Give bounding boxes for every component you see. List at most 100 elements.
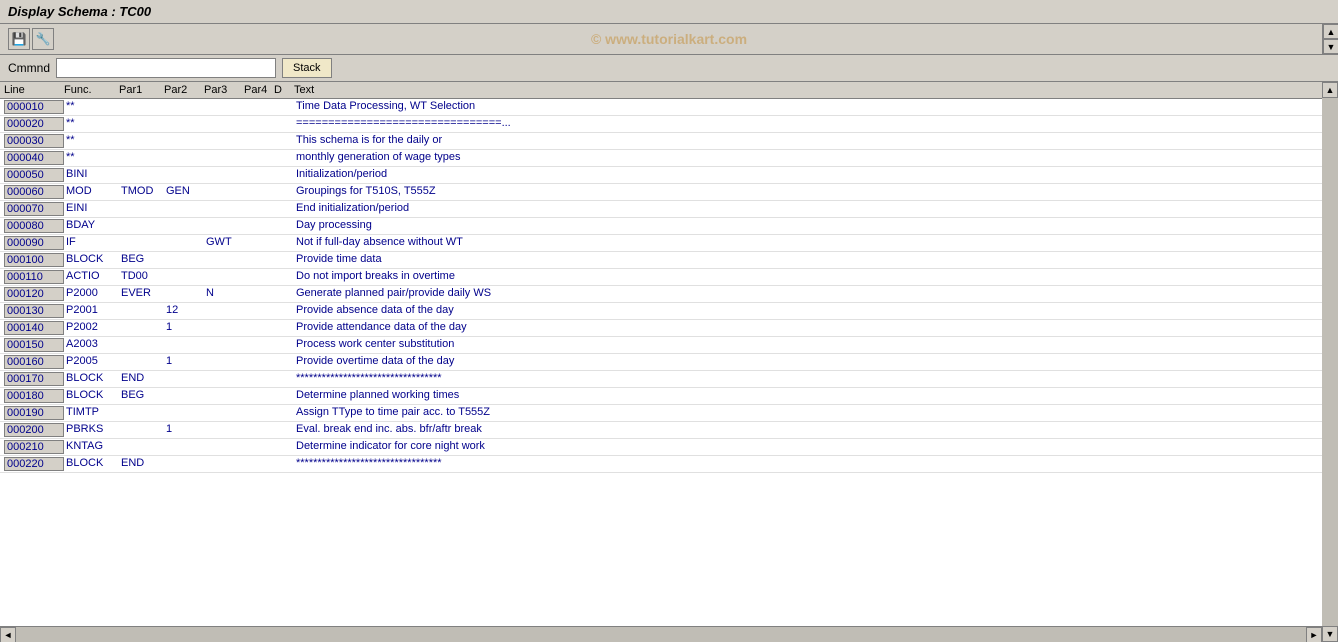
cell-par3 [206,270,246,284]
cell-func: EINI [66,202,121,216]
cell-func: P2000 [66,287,121,301]
cell-par2: 12 [166,304,206,318]
cell-par1 [121,304,166,318]
cell-par1 [121,440,166,454]
cell-par4 [246,236,276,250]
table-row[interactable]: 000060 MOD TMOD GEN Groupings for T510S,… [0,184,1338,201]
toolbar: 💾 🔧 © www.tutorialkart.com ▲ ▼ [0,24,1338,55]
cell-par2 [166,270,206,284]
command-input[interactable] [56,58,276,78]
cell-text: Day processing [296,219,1334,233]
cell-par3 [206,117,246,131]
cell-text: monthly generation of wage types [296,151,1334,165]
cell-par3 [206,304,246,318]
stack-button[interactable]: Stack [282,58,332,78]
cell-func: ** [66,134,121,148]
cell-func: KNTAG [66,440,121,454]
cell-par4 [246,134,276,148]
cell-d [276,270,296,284]
table-row[interactable]: 000080 BDAY Day processing [0,218,1338,235]
cell-line: 000030 [4,134,64,148]
scroll-up-btn[interactable]: ▲ [1323,24,1338,39]
cell-par3 [206,372,246,386]
cell-par3 [206,185,246,199]
table-row[interactable]: 000100 BLOCK BEG Provide time data [0,252,1338,269]
cell-d [276,338,296,352]
cell-line: 000160 [4,355,64,369]
cell-par3 [206,406,246,420]
properties-icon[interactable]: 🔧 [32,28,54,50]
cell-func: BLOCK [66,389,121,403]
cell-d [276,253,296,267]
table-row[interactable]: 000010 ** Time Data Processing, WT Selec… [0,99,1338,116]
table-row[interactable]: 000170 BLOCK END ***********************… [0,371,1338,388]
table-row[interactable]: 000180 BLOCK BEG Determine planned worki… [0,388,1338,405]
table-row[interactable]: 000030 ** This schema is for the daily o… [0,133,1338,150]
cell-par4 [246,253,276,267]
cell-par4 [246,372,276,386]
cell-par4 [246,457,276,471]
cell-par1: BEG [121,389,166,403]
table-row[interactable]: 000120 P2000 EVER N Generate planned pai… [0,286,1338,303]
vertical-scrollbar: ▲ ▼ [1322,82,1338,642]
cell-text: Determine indicator for core night work [296,440,1334,454]
cell-line: 000040 [4,151,64,165]
cell-text: Not if full-day absence without WT [296,236,1334,250]
table-row[interactable]: 000070 EINI End initialization/period [0,201,1338,218]
table-row[interactable]: 000130 P2001 12 Provide absence data of … [0,303,1338,320]
header-par1: Par1 [119,84,164,96]
cell-func: BDAY [66,219,121,233]
table-row[interactable]: 000150 A2003 Process work center substit… [0,337,1338,354]
table-row[interactable]: 000220 BLOCK END ***********************… [0,456,1338,473]
cell-par3 [206,389,246,403]
cell-d [276,304,296,318]
table-row[interactable]: 000110 ACTIO TD00 Do not import breaks i… [0,269,1338,286]
cell-par1 [121,134,166,148]
table-row[interactable]: 000090 IF GWT Not if full-day absence wi… [0,235,1338,252]
cell-line: 000050 [4,168,64,182]
title-bar: Display Schema : TC00 [0,0,1338,24]
cell-par1 [121,219,166,233]
table-row[interactable]: 000140 P2002 1 Provide attendance data o… [0,320,1338,337]
cell-par2 [166,219,206,233]
cell-text: Generate planned pair/provide daily WS [296,287,1334,301]
cell-line: 000060 [4,185,64,199]
header-par2: Par2 [164,84,204,96]
cell-par3: GWT [206,236,246,250]
table-row[interactable]: 000160 P2005 1 Provide overtime data of … [0,354,1338,371]
cell-par3 [206,151,246,165]
cell-par1: BEG [121,253,166,267]
command-label: Cmmnd [8,61,50,75]
cell-par2 [166,134,206,148]
scroll-up-main[interactable]: ▲ [1322,82,1338,98]
table-row[interactable]: 000200 PBRKS 1 Eval. break end inc. abs.… [0,422,1338,439]
cell-func: PBRKS [66,423,121,437]
cell-text: ********************************** [296,372,1334,386]
table-row[interactable]: 000190 TIMTP Assign TType to time pair a… [0,405,1338,422]
cell-d [276,372,296,386]
table-row[interactable]: 000020 ** ==============================… [0,116,1338,133]
cell-par2 [166,236,206,250]
table-row[interactable]: 000040 ** monthly generation of wage typ… [0,150,1338,167]
cell-par2 [166,253,206,267]
scroll-down-btn[interactable]: ▼ [1323,39,1338,54]
table-row[interactable]: 000050 BINI Initialization/period [0,167,1338,184]
cell-par2 [166,389,206,403]
cell-func: MOD [66,185,121,199]
cell-par1 [121,338,166,352]
cell-d [276,406,296,420]
cell-par2 [166,457,206,471]
cell-d [276,134,296,148]
table-row[interactable]: 000210 KNTAG Determine indicator for cor… [0,439,1338,456]
cell-line: 000150 [4,338,64,352]
scroll-right-panel: ▲ ▼ [1322,24,1338,54]
cell-par4 [246,202,276,216]
cell-par4 [246,270,276,284]
save-icon[interactable]: 💾 [8,28,30,50]
cell-text: Groupings for T510S, T555Z [296,185,1334,199]
cell-text: Process work center substitution [296,338,1334,352]
cell-par4 [246,355,276,369]
cell-func: ** [66,100,121,114]
cell-text: Do not import breaks in overtime [296,270,1334,284]
cell-par3 [206,168,246,182]
